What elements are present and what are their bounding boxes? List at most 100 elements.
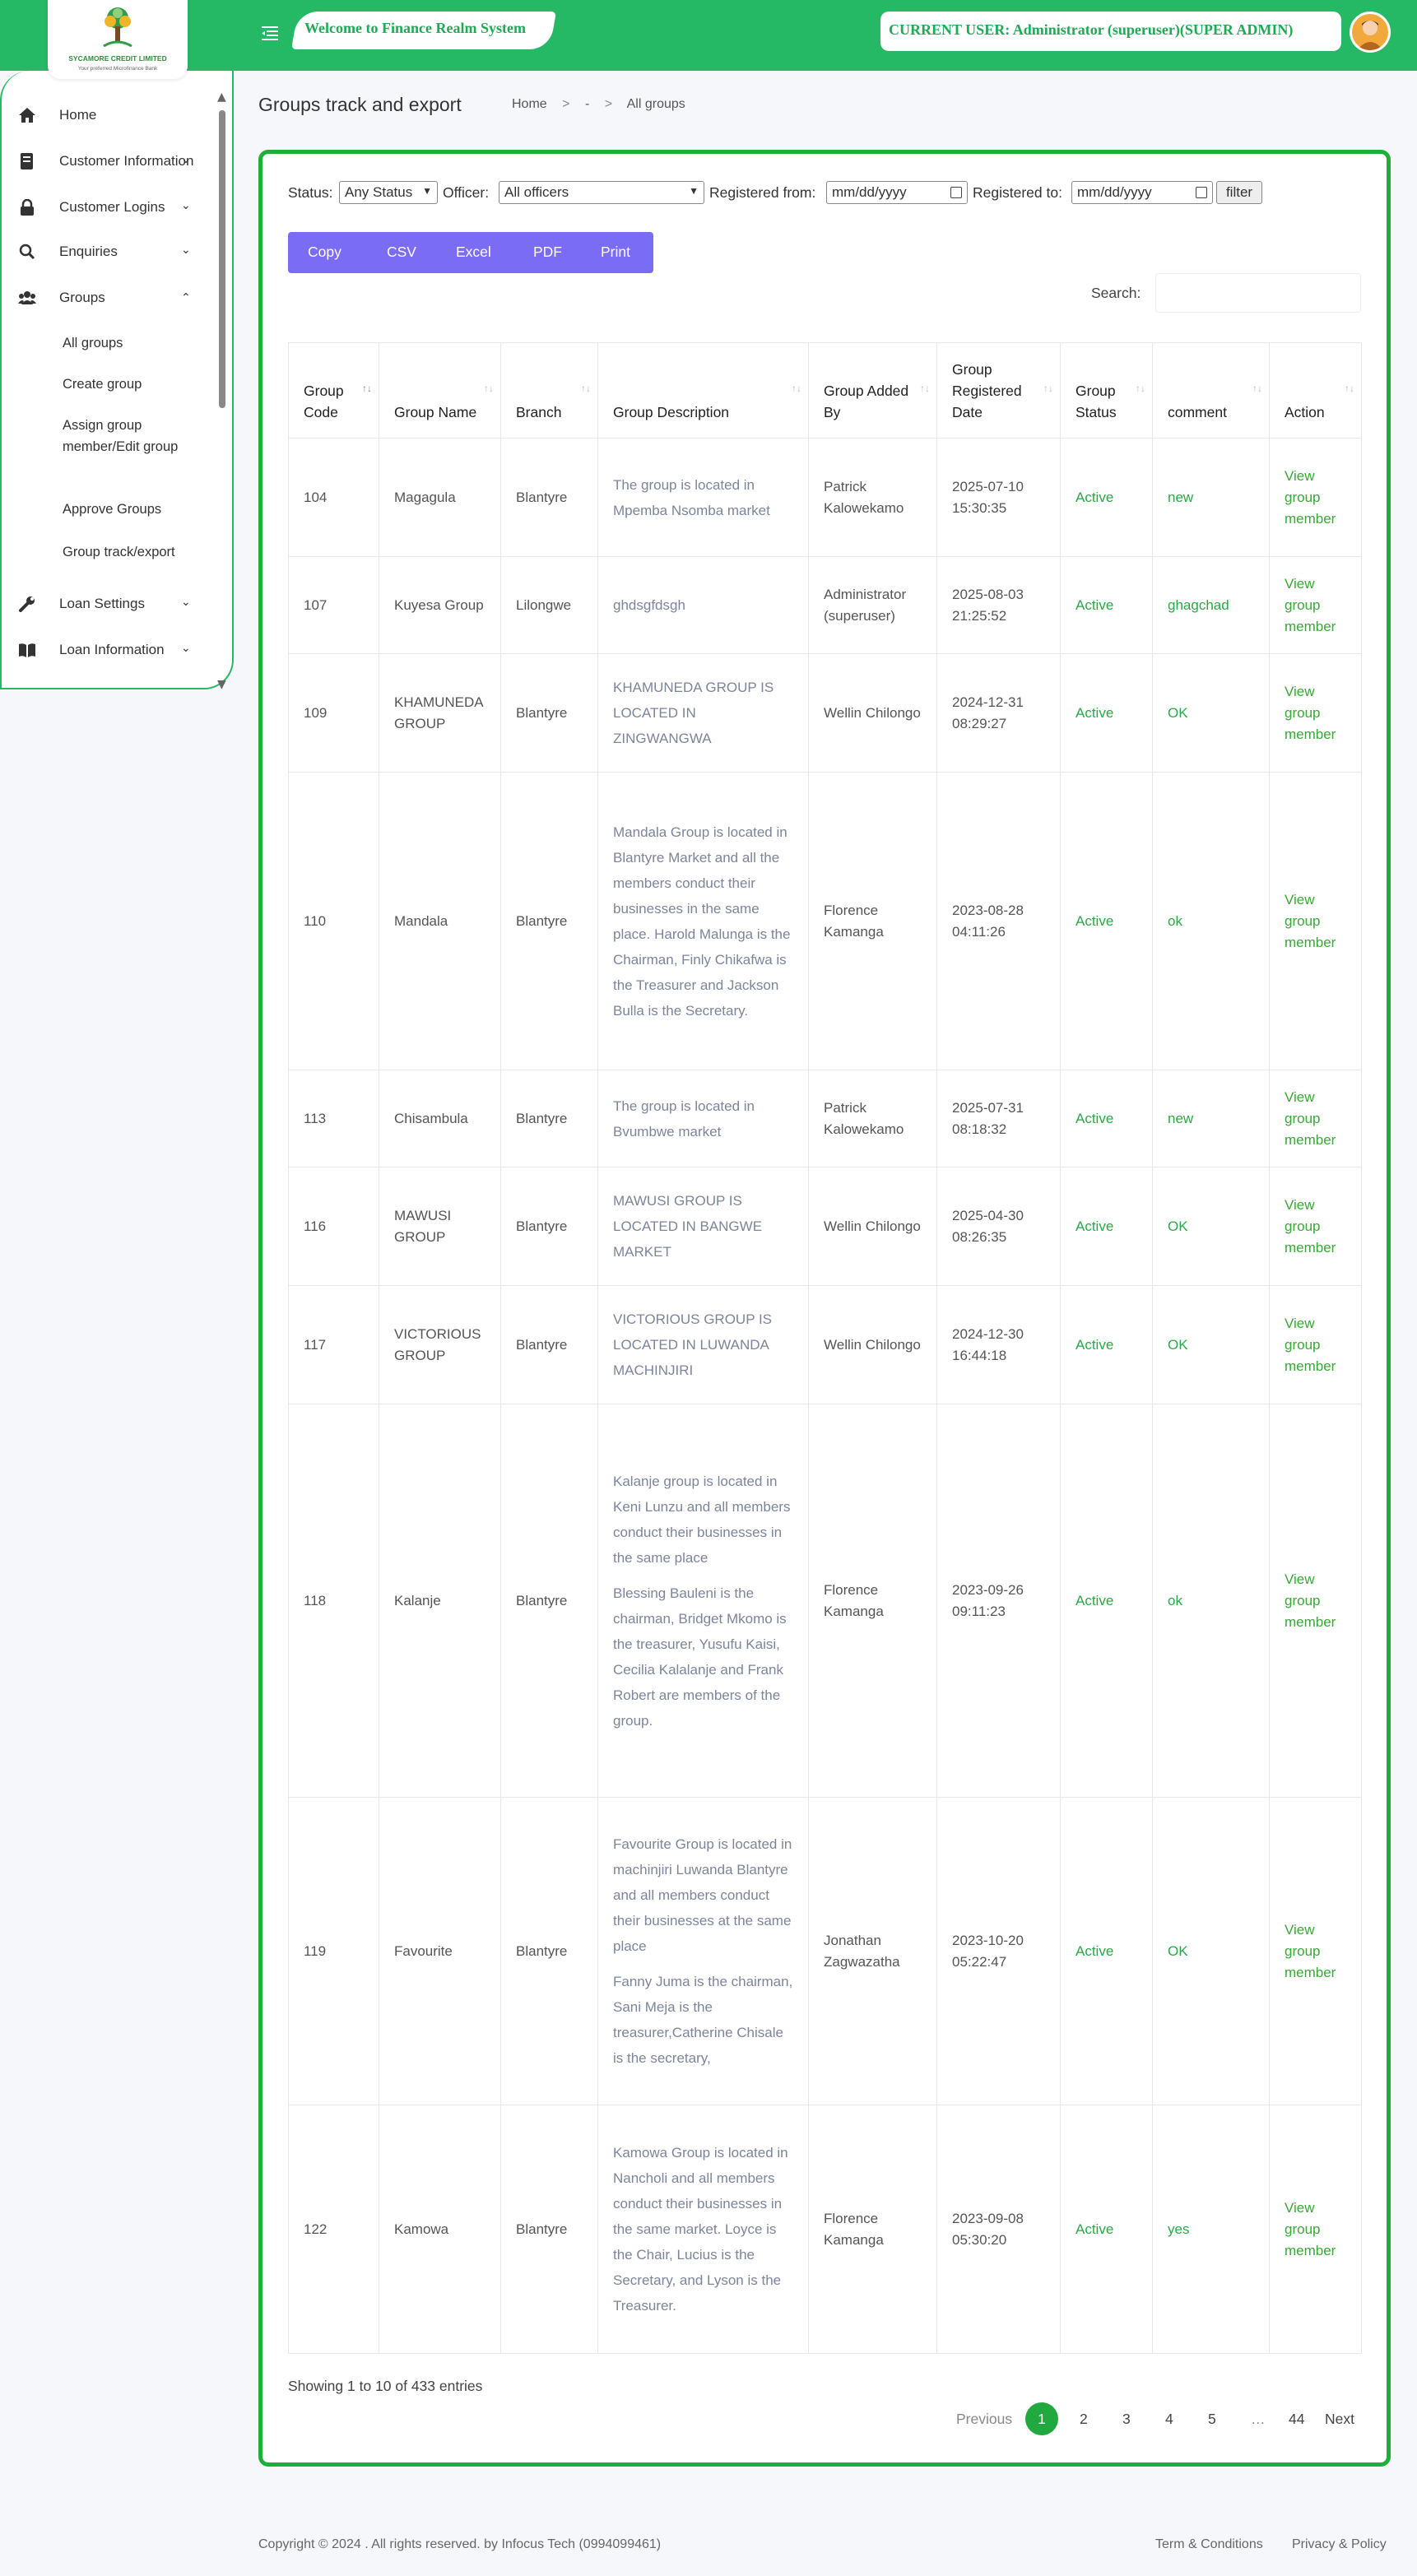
pagination-ellipsis: …	[1251, 2411, 1266, 2427]
officer-select-value: All officers	[504, 184, 569, 200]
registered-to-label: Registered to:	[973, 184, 1062, 201]
cell-registered-date: 2025-07-10 15:30:35	[936, 438, 1061, 557]
sort-icon[interactable]: ↑↓	[1345, 378, 1354, 399]
view-group-member-link[interactable]: View group member	[1269, 2105, 1362, 2354]
cell-group-status: Active	[1060, 556, 1153, 654]
pdf-button[interactable]: PDF	[533, 244, 562, 261]
view-group-member-link[interactable]: View group member	[1269, 1797, 1362, 2105]
tree-logo-icon	[103, 7, 132, 48]
cell-group-description: VICTORIOUS GROUP IS LOCATED IN LUWANDA M…	[597, 1285, 809, 1404]
pagination-next[interactable]: Next	[1325, 2411, 1354, 2428]
view-group-member-link[interactable]: View group member	[1269, 1285, 1362, 1404]
print-button[interactable]: Print	[601, 244, 630, 261]
sort-icon[interactable]: ↑↓	[484, 378, 494, 399]
logo-tagline: Your preferred Microfinance Bank	[77, 66, 158, 72]
view-group-member-link[interactable]: View group member	[1269, 1167, 1362, 1286]
sort-icon[interactable]: ↑↓	[362, 378, 372, 399]
registered-to-input[interactable]: mm/dd/yyyy	[1071, 181, 1213, 204]
breadcrumb-home[interactable]: Home	[512, 97, 547, 111]
description-paragraph: ghdsgfdsgh	[613, 597, 685, 613]
cell-group-code: 107	[288, 556, 379, 654]
cell-group-code: 118	[288, 1404, 379, 1798]
column-header-group-description[interactable]: Group Description ↑↓	[597, 342, 809, 439]
status-select[interactable]: Any Status ▼	[339, 181, 438, 204]
sidebar-subitem-create-group[interactable]: Create group	[63, 374, 219, 395]
cell-group-status: Active	[1060, 1404, 1153, 1798]
pagination-page-1[interactable]: 1	[1025, 2402, 1058, 2435]
sort-icon[interactable]: ↑↓	[792, 378, 801, 399]
pagination-page-44[interactable]: 44	[1289, 2411, 1304, 2428]
sidebar-item-enquiries[interactable]: Enquiries ⌄	[2, 235, 217, 268]
description-paragraph: Blessing Bauleni is the chairman, Bridge…	[613, 1585, 787, 1729]
avatar[interactable]	[1350, 12, 1391, 53]
logo[interactable]: SYCAMORE CREDIT LIMITED Your preferred M…	[48, 0, 188, 79]
description-paragraph: Fanny Juma is the chairman, Sani Meja is…	[613, 1974, 793, 2066]
calendar-icon[interactable]	[950, 187, 962, 198]
view-group-member-link[interactable]: View group member	[1269, 556, 1362, 654]
pagination-page-2[interactable]: 2	[1080, 2411, 1088, 2428]
sidebar-subitem-approve-groups[interactable]: Approve Groups	[63, 499, 219, 520]
sort-icon[interactable]: ↑↓	[581, 378, 591, 399]
sidebar-subitem-assign-group-member[interactable]: Assign group member/Edit group	[63, 415, 219, 457]
view-group-member-link[interactable]: View group member	[1269, 653, 1362, 773]
home-icon	[19, 108, 35, 123]
breadcrumb-middle[interactable]: -	[585, 97, 589, 111]
terms-link[interactable]: Term & Conditions	[1155, 2537, 1263, 2552]
sidebar-item-label: Home	[59, 107, 97, 123]
column-header-action[interactable]: Action ↑↓	[1269, 342, 1362, 439]
cell-group-status: Active	[1060, 772, 1153, 1070]
sidebar-subitem-all-groups[interactable]: All groups	[63, 332, 219, 354]
table-row: 104 Magagula Blantyre The group is located …	[288, 438, 1362, 557]
sort-icon[interactable]: ↑↓	[920, 378, 930, 399]
pagination: Previous 1 2 3 4 5 … 44 Next	[905, 2402, 1366, 2435]
cell-group-added-by: Wellin Chilongo	[808, 1167, 937, 1286]
sort-icon[interactable]: ↑↓	[1136, 378, 1145, 399]
sidebar-item-customer-information[interactable]: Customer Information ⌄	[2, 145, 217, 178]
sidebar-item-loan-information[interactable]: Loan Information ⌄	[2, 634, 217, 666]
scroll-down-arrow-icon[interactable]: ▼	[217, 678, 226, 691]
cell-branch: Blantyre	[500, 2105, 598, 2354]
table-row: 109 KHAMUNEDA GROUP Blantyre KHAMUNEDA GROU…	[288, 653, 1362, 773]
column-header-comment[interactable]: comment ↑↓	[1152, 342, 1270, 439]
sidebar-subitem-group-track-export[interactable]: Group track/export	[63, 541, 219, 563]
cell-group-name: Kuyesa Group	[379, 556, 501, 654]
sidebar-scrollbar[interactable]: ▲ ▼	[217, 91, 227, 691]
csv-button[interactable]: CSV	[387, 244, 416, 261]
column-header-branch[interactable]: Branch ↑↓	[500, 342, 598, 439]
scrollbar-thumb[interactable]	[219, 110, 225, 408]
cell-group-added-by: Florence Kamanga	[808, 2105, 937, 2354]
column-header-group-registered-date[interactable]: Group Registered Date ↑↓	[936, 342, 1061, 439]
view-group-member-link[interactable]: View group member	[1269, 1070, 1362, 1167]
column-header-group-code[interactable]: Group Code ↑↓	[288, 342, 379, 439]
column-header-group-status[interactable]: Group Status ↑↓	[1060, 342, 1153, 439]
sort-icon[interactable]: ↑↓	[1252, 378, 1262, 399]
view-group-member-link[interactable]: View group member	[1269, 438, 1362, 557]
description-paragraph: KHAMUNEDA GROUP IS LOCATED IN ZINGWANGWA	[613, 680, 774, 746]
filter-button[interactable]: filter	[1216, 181, 1262, 204]
cell-registered-date: 2024-12-30 16:44:18	[936, 1285, 1061, 1404]
sidebar-item-groups[interactable]: Groups ⌄	[2, 281, 217, 314]
calendar-icon[interactable]	[1196, 187, 1207, 198]
sidebar-item-loan-settings[interactable]: Loan Settings ⌄	[2, 587, 217, 620]
menu-toggle-icon[interactable]	[260, 23, 281, 43]
pagination-previous[interactable]: Previous	[956, 2411, 1012, 2428]
pagination-page-5[interactable]: 5	[1208, 2411, 1216, 2428]
registered-from-input[interactable]: mm/dd/yyyy	[826, 181, 968, 204]
column-header-group-added-by[interactable]: Group Added By ↑↓	[808, 342, 937, 439]
cell-branch: Lilongwe	[500, 556, 598, 654]
search-input[interactable]	[1155, 273, 1361, 313]
pagination-page-3[interactable]: 3	[1122, 2411, 1131, 2428]
sort-icon[interactable]: ↑↓	[1043, 378, 1053, 399]
view-group-member-link[interactable]: View group member	[1269, 1404, 1362, 1798]
officer-select[interactable]: All officers ▼	[499, 181, 704, 204]
column-header-group-name[interactable]: Group Name ↑↓	[379, 342, 501, 439]
sidebar-item-customer-logins[interactable]: Customer Logins ⌄	[2, 191, 217, 224]
cell-group-description: KHAMUNEDA GROUP IS LOCATED IN ZINGWANGWA	[597, 653, 809, 773]
excel-button[interactable]: Excel	[456, 244, 491, 261]
copy-button[interactable]: Copy	[308, 244, 341, 261]
privacy-link[interactable]: Privacy & Policy	[1292, 2537, 1387, 2552]
sidebar-item-home[interactable]: Home	[2, 99, 217, 132]
scroll-up-arrow-icon[interactable]: ▲	[217, 91, 226, 104]
view-group-member-link[interactable]: View group member	[1269, 772, 1362, 1070]
pagination-page-4[interactable]: 4	[1165, 2411, 1173, 2428]
